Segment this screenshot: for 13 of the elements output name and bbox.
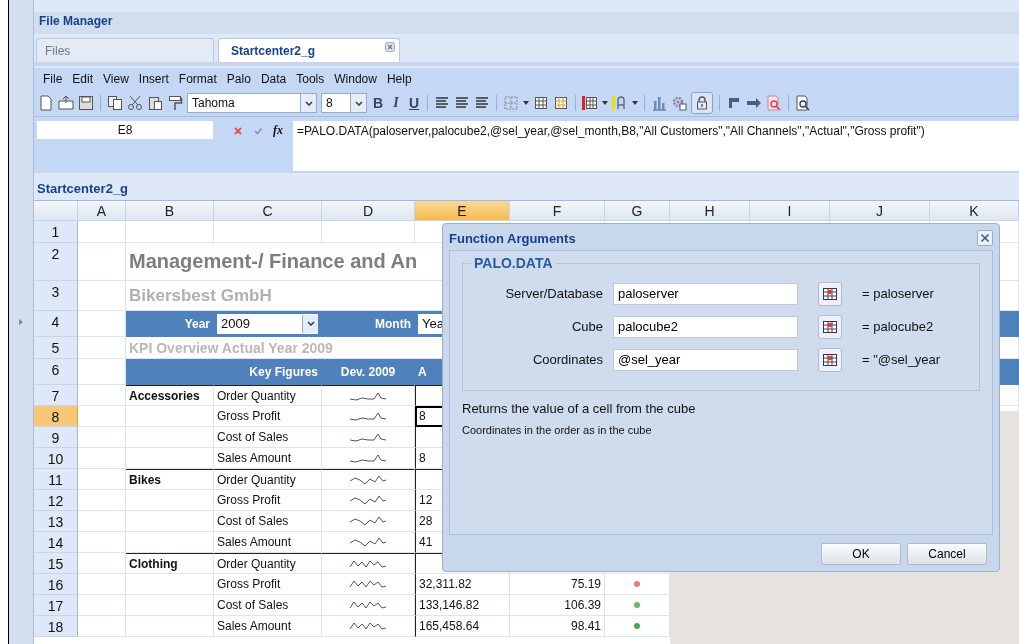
month-label: Month [322, 311, 415, 337]
app-title: File Manager [34, 12, 1019, 34]
dialog-title: Function Arguments [449, 230, 576, 246]
argument-result: = "@sel_year [862, 352, 941, 367]
argument-result: = paloserver [862, 286, 934, 301]
argument-hint: Coordinates in the order as in the cube [462, 424, 653, 436]
argument-result: = palocube2 [862, 319, 934, 334]
function-description: Returns the value of a cell from the cube [462, 401, 697, 416]
argument-label: Coordinates [531, 352, 604, 367]
year-label: Year [126, 311, 214, 337]
column-heading: Key Figures [214, 359, 322, 385]
column-heading: Dev. 2009 [322, 359, 415, 385]
argument-label: Cube [570, 319, 604, 334]
